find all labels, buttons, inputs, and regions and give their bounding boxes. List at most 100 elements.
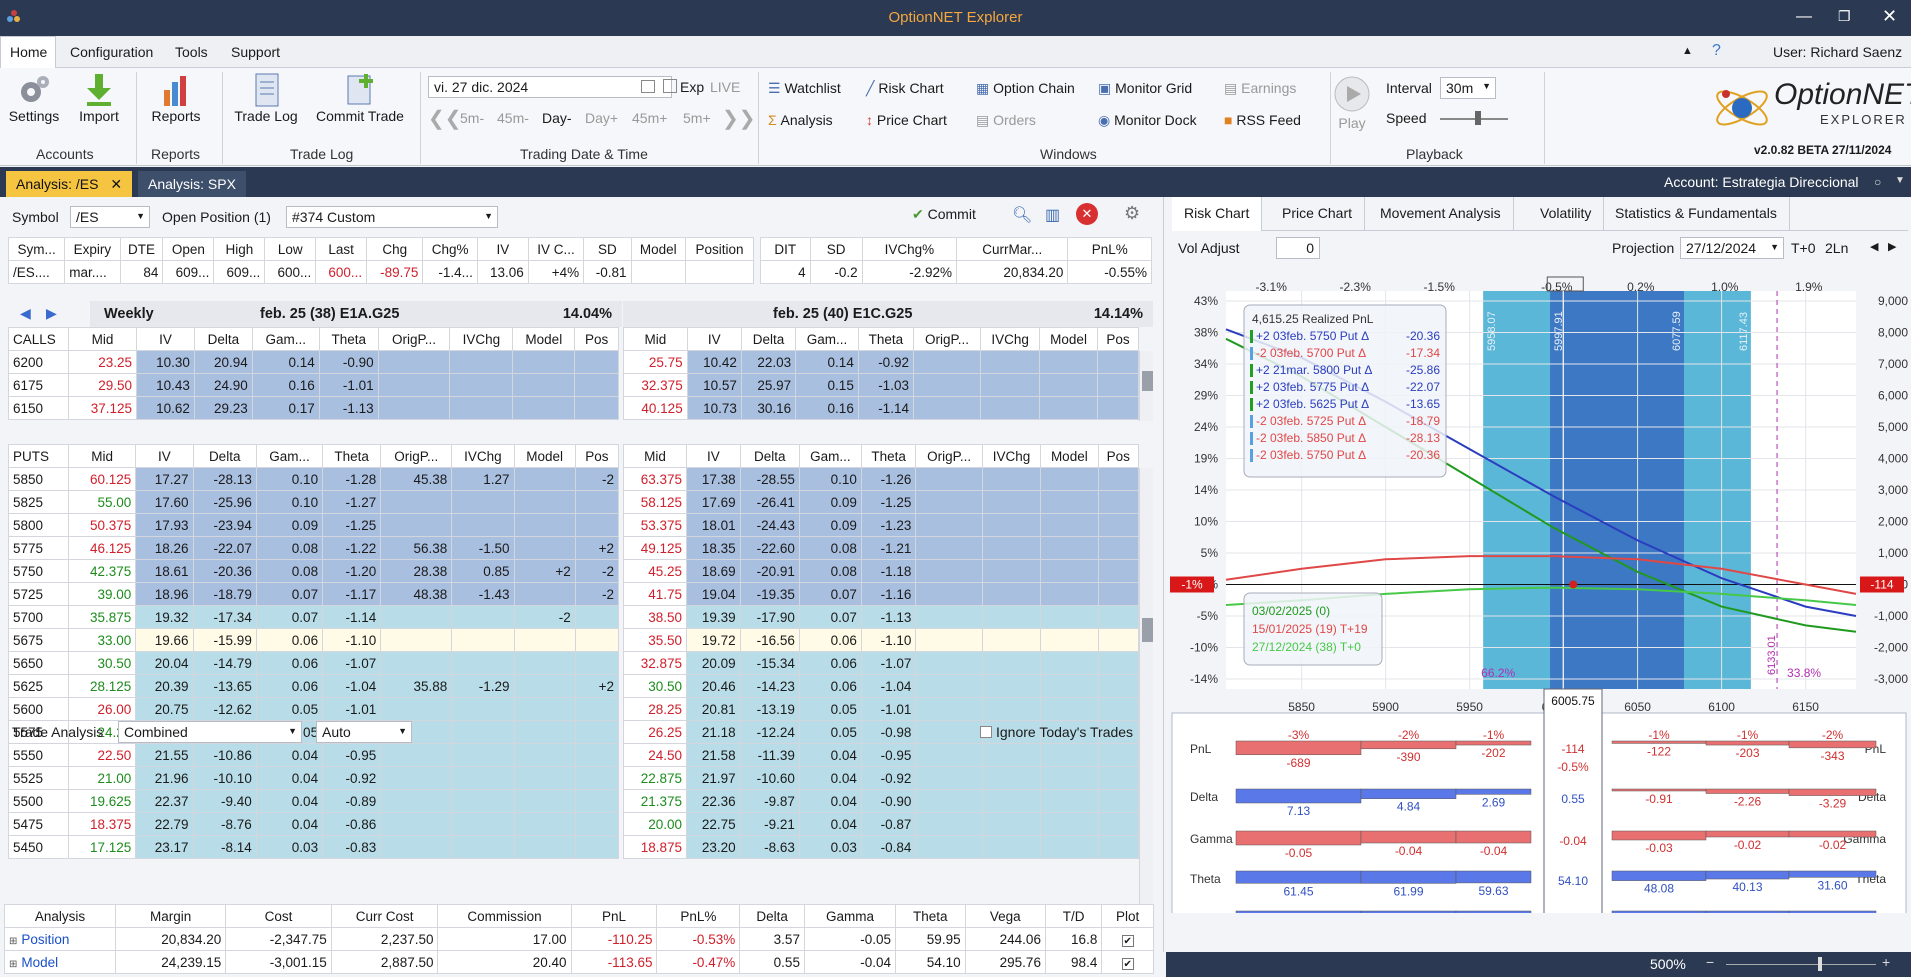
option-cell[interactable]: -1.04	[322, 674, 382, 698]
option-cell[interactable]	[980, 350, 1041, 374]
option-cell[interactable]: 0.07	[798, 605, 862, 629]
step-day-back[interactable]: Day-	[542, 110, 572, 126]
tab-support[interactable]: Support	[231, 44, 280, 60]
option-cell[interactable]: 20.46	[686, 674, 741, 698]
option-cell[interactable]: -1.13	[318, 396, 379, 420]
option-cell[interactable]	[449, 396, 514, 420]
option-cell[interactable]	[449, 373, 514, 397]
option-cell[interactable]: 0.05	[798, 720, 862, 744]
option-cell[interactable]	[915, 582, 983, 606]
option-cell[interactable]	[1040, 536, 1099, 560]
option-row[interactable]: 24.50 21.58 -11.39 0.04 -0.95	[622, 743, 1140, 767]
option-cell[interactable]	[451, 697, 515, 721]
option-cell[interactable]	[915, 835, 983, 859]
option-cell[interactable]	[451, 835, 515, 859]
option-cell[interactable]: -15.99	[192, 628, 257, 652]
option-cell[interactable]	[1097, 628, 1140, 652]
option-cell[interactable]	[574, 812, 620, 836]
option-cell[interactable]: -11.39	[739, 743, 800, 767]
option-cell[interactable]: -1.07	[860, 651, 917, 675]
option-cell[interactable]	[513, 835, 576, 859]
option-cell[interactable]	[574, 605, 620, 629]
option-cell[interactable]: 10.73	[686, 396, 742, 420]
step-5m-fwd[interactable]: 5m+	[683, 110, 711, 126]
grid-header-cell[interactable]: Mid	[622, 444, 688, 468]
option-cell[interactable]: -15.34	[739, 651, 800, 675]
speed-slider-thumb[interactable]	[1475, 111, 1481, 125]
grid-header-cell[interactable]: IV	[136, 327, 195, 351]
option-cell[interactable]: 28.25	[622, 697, 688, 721]
option-cell[interactable]	[513, 697, 576, 721]
option-row[interactable]: 5850 60.125 17.27 -28.13 0.10 -1.28 45.38 1.27 -…	[8, 467, 620, 491]
option-cell[interactable]	[512, 350, 576, 374]
plot-checkbox[interactable]: ✔	[1121, 957, 1134, 970]
option-cell[interactable]: 0.05	[798, 697, 862, 721]
option-cell[interactable]: 0.16	[795, 396, 859, 420]
option-cell[interactable]	[380, 628, 453, 652]
grid-header-cell[interactable]: Model	[1040, 444, 1099, 468]
option-cell[interactable]: 21.18	[686, 720, 741, 744]
option-row[interactable]: 5775 46.125 18.26 -22.07 0.08 -1.22 56.38 -1.50…	[8, 536, 620, 560]
calls-scrollbar[interactable]	[1139, 351, 1153, 421]
option-cell[interactable]: -1.01	[322, 697, 382, 721]
option-cell[interactable]: -12.24	[739, 720, 800, 744]
option-cell[interactable]	[912, 373, 982, 397]
symbol-input[interactable]: /ES ▼	[70, 206, 150, 228]
option-cell[interactable]	[574, 651, 620, 675]
option-cell[interactable]: 20.75	[135, 697, 194, 721]
grid-header-cell[interactable]: Theta	[322, 444, 382, 468]
option-cell[interactable]: 19.72	[686, 628, 741, 652]
option-cell[interactable]: -1.17	[322, 582, 382, 606]
option-cell[interactable]	[1040, 490, 1099, 514]
option-cell[interactable]: 22.36	[686, 789, 741, 813]
ta-row[interactable]: ⊞ Model 24,239.15 -3,001.15 2,887.50 20.40 -11…	[4, 950, 1154, 974]
option-cell[interactable]	[380, 651, 453, 675]
option-cell[interactable]	[451, 766, 515, 790]
grid-header-cell[interactable]: Mid	[67, 444, 137, 468]
option-cell[interactable]: 0.16	[251, 373, 320, 397]
risk-chart[interactable]: 5958.07 6117.435997.91 6077.5943% 9,00038% 8…	[1166, 263, 1911, 913]
option-cell[interactable]: -1.29	[451, 674, 515, 698]
option-row[interactable]: 28.25 20.81 -13.19 0.05 -1.01	[622, 697, 1140, 721]
option-cell[interactable]: 18.26	[135, 536, 194, 560]
expand-icon[interactable]: ⊞	[9, 959, 17, 970]
grid-header-cell[interactable]: Model	[513, 444, 576, 468]
option-cell[interactable]: 32.375	[623, 373, 688, 397]
option-cell[interactable]: -0.83	[322, 835, 382, 859]
option-cell[interactable]	[574, 835, 620, 859]
option-row[interactable]: 18.875 23.20 -8.63 0.03 -0.84	[622, 835, 1140, 859]
restore-icon[interactable]: ❐	[1838, 8, 1851, 25]
option-cell[interactable]: -1.07	[322, 651, 382, 675]
analysis-button[interactable]: Σ Analysis	[768, 112, 833, 128]
option-cell[interactable]: 0.09	[798, 490, 862, 514]
option-cell[interactable]: 24.50	[622, 743, 688, 767]
option-cell[interactable]: 0.04	[255, 789, 324, 813]
option-cell[interactable]: 0.09	[798, 513, 862, 537]
option-cell[interactable]: 25.75	[623, 350, 688, 374]
option-row[interactable]: 22.875 21.97 -10.60 0.04 -0.92	[622, 766, 1140, 790]
option-cell[interactable]	[451, 743, 515, 767]
option-cell[interactable]: 18.01	[686, 513, 741, 537]
option-cell[interactable]: 0.14	[795, 350, 859, 374]
ignore-trades-checkbox[interactable]	[980, 726, 992, 738]
option-cell[interactable]: -17.34	[192, 605, 257, 629]
option-cell[interactable]	[1097, 350, 1139, 374]
option-cell[interactable]	[1040, 513, 1099, 537]
skip-back-icon[interactable]: ❮❮	[428, 106, 462, 131]
option-row[interactable]: 32.875 20.09 -15.34 0.06 -1.07	[622, 651, 1140, 675]
option-cell[interactable]: 18.96	[135, 582, 194, 606]
option-cell[interactable]	[380, 605, 453, 629]
option-cell[interactable]: -0.92	[857, 350, 914, 374]
price-chart-button[interactable]: ↕ Price Chart	[866, 112, 947, 128]
option-cell[interactable]: -1.28	[322, 467, 382, 491]
option-cell[interactable]: 0.10	[255, 467, 324, 491]
option-cell[interactable]: -2	[574, 467, 620, 491]
delete-icon[interactable]: ✕	[1076, 203, 1098, 225]
option-cell[interactable]	[574, 396, 619, 420]
grid-header-cell[interactable]: OrigP...	[380, 444, 453, 468]
option-cell[interactable]: -0.87	[860, 812, 917, 836]
option-cell[interactable]: +2	[574, 536, 620, 560]
option-cell[interactable]: -0.92	[322, 766, 382, 790]
option-cell[interactable]: -10.86	[192, 743, 257, 767]
option-cell[interactable]: 22.50	[67, 743, 137, 767]
